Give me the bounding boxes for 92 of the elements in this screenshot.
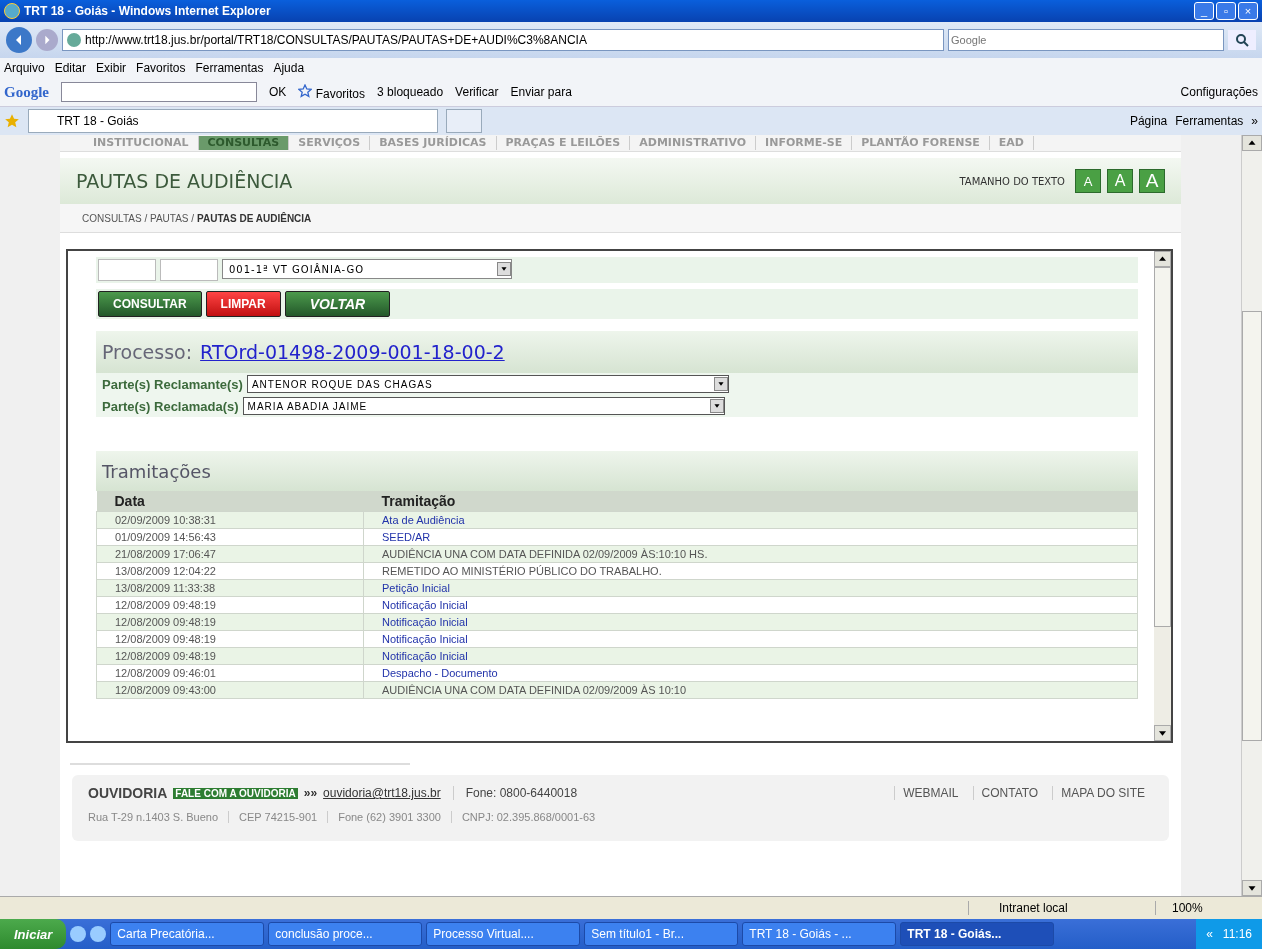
form-button[interactable]: CONSULTAR (98, 291, 202, 317)
ombudsman-link[interactable]: FALE COM A OUVIDORIA (173, 787, 298, 799)
table-cell: 02/09/2009 10:38:31 (96, 511, 364, 529)
column-header: Tramitação (363, 491, 1138, 512)
ok-button[interactable]: OK (269, 85, 287, 99)
table-link[interactable]: Notificação Inicial (363, 630, 1138, 648)
window-control-button[interactable]: ▫ (1216, 2, 1236, 20)
quick-launch-icon[interactable] (70, 926, 87, 942)
taskbar-button[interactable]: conclusão proce... (268, 922, 423, 946)
quick-launch-icon[interactable] (90, 926, 107, 942)
scroll-down-icon[interactable] (1154, 725, 1171, 741)
scrollbar[interactable] (1154, 251, 1171, 741)
phone-text: Fone: 0800-6440018 (452, 786, 578, 800)
column-header: Data (96, 491, 364, 512)
clock: 11:16 (1222, 927, 1252, 941)
search-icon (1235, 33, 1249, 47)
party-select[interactable]: ANTENOR ROQUE DAS CHAGAS (246, 375, 729, 393)
window-control-button[interactable]: _ (1194, 2, 1214, 20)
taskbar-button[interactable]: Carta Precatória... (110, 922, 265, 946)
address-text: Rua T-29 n.1403 S. Bueno (88, 811, 220, 823)
window-title: TRT 18 - Goiás - Windows Internet Explorer (24, 4, 271, 18)
search-button[interactable] (1228, 30, 1256, 50)
table-link[interactable]: Notificação Inicial (363, 596, 1138, 614)
arrows-text: »» (303, 786, 318, 800)
section-title: Tramitações (102, 460, 211, 482)
page-title: PAUTAS DE AUDIÊNCIA (76, 170, 293, 192)
ombudsman-label: OUVIDORIA (88, 785, 168, 801)
more-button[interactable]: » (1251, 114, 1258, 128)
google-search-field[interactable] (61, 82, 257, 102)
new-tab-button[interactable] (446, 109, 482, 133)
scroll-down-icon[interactable] (1242, 880, 1262, 896)
menu-item[interactable]: Ferramentas (195, 61, 264, 75)
process-label: Processo: (102, 341, 193, 363)
address-text: Fone (62) 3901 3300 (327, 811, 451, 823)
menu-item[interactable]: Favoritos (136, 61, 186, 75)
address-text: CEP 74215-901 (228, 811, 328, 823)
process-number-link[interactable]: RTOrd-01498-2009-001-18-00-2 (200, 341, 505, 363)
taskbar-button[interactable]: TRT 18 - Goiás - ... (742, 922, 897, 946)
spellcheck-button[interactable]: Verificar (455, 85, 499, 99)
forward-button[interactable] (36, 29, 58, 51)
scrollbar[interactable] (1241, 135, 1262, 896)
text-size-label: TAMANHO DO TEXTO (959, 175, 1065, 187)
clear-button[interactable]: LIMPAR (205, 291, 281, 317)
footer-link[interactable]: CONTATO (972, 786, 1047, 800)
table-link[interactable]: Despacho - Documento (363, 664, 1138, 682)
favorites-button[interactable]: Favoritos (298, 83, 366, 101)
send-to-button[interactable]: Enviar para (510, 85, 572, 99)
page-menu-button[interactable]: Página (1129, 114, 1168, 128)
court-select[interactable]: 001-1ª VT GOIÂNIA-GO (222, 259, 512, 279)
party-select[interactable]: MARIA ABADIA JAIME (242, 397, 725, 415)
form-button[interactable]: VOLTAR (284, 291, 391, 317)
table-cell: 12/08/2009 09:48:19 (96, 596, 364, 614)
google-logo: Google (4, 83, 49, 101)
window-control-button[interactable]: × (1238, 2, 1258, 20)
taskbar-button[interactable]: TRT 18 - Goiás... (900, 922, 1055, 946)
favorites-star-icon[interactable] (4, 113, 20, 129)
search-field[interactable]: Google (948, 29, 1224, 51)
security-zone-text: Intranet local (968, 901, 1149, 915)
scroll-up-icon[interactable] (1154, 251, 1171, 267)
address-text: CNPJ: 02.395.868/0001-63 (450, 811, 606, 823)
star-icon (298, 83, 313, 98)
email-link[interactable]: ouvidoria@trt18.jus.br (323, 786, 441, 800)
settings-button[interactable]: Configurações (1180, 85, 1258, 99)
scroll-up-icon[interactable] (1242, 135, 1262, 151)
table-link[interactable]: Ata de Audiência (363, 511, 1138, 529)
footer-link[interactable]: MAPA DO SITE (1052, 786, 1153, 800)
taskbar-button[interactable]: Processo Virtual.... (426, 922, 581, 946)
taskbar-button[interactable]: Sem título1 - Br... (584, 922, 739, 946)
menu-item[interactable]: Exibir (96, 61, 127, 75)
browser-tab[interactable]: TRT 18 - Goiás (28, 109, 438, 133)
menu-item[interactable]: Arquivo (4, 61, 45, 75)
table-cell: 12/08/2009 09:46:01 (96, 664, 364, 682)
party-label: Parte(s) Reclamante(s) (101, 376, 243, 392)
address-field[interactable]: http://www.trt18.jus.br/portal/TRT18/CONSULTAS/PAUTAS/PAUTAS+DE+AUDI%C3%8ANCIA (62, 29, 944, 51)
back-button[interactable] (6, 27, 32, 53)
forward-arrow-icon (42, 35, 52, 45)
zoom-button[interactable]: 100% (1155, 901, 1242, 915)
popup-blocker-button[interactable]: 3 bloqueado (377, 85, 444, 99)
browser-icon (4, 3, 20, 19)
breadcrumb: CONSULTAS / PAUTAS / PAUTAS DE AUDIÊNCIA (60, 204, 1181, 233)
start-button[interactable]: Iniciar (0, 919, 67, 949)
menu-item[interactable]: Ajuda (273, 61, 305, 75)
footer-link[interactable]: WEBMAIL (894, 786, 967, 800)
table-cell: 01/09/2009 14:56:43 (96, 528, 364, 546)
site-icon (67, 33, 81, 47)
table-cell: REMETIDO AO MINISTÉRIO PÚBLICO DO TRABALHO. (363, 562, 1138, 580)
table-cell: 12/08/2009 09:48:19 (96, 630, 364, 648)
tools-menu-button[interactable]: Ferramentas (1175, 114, 1244, 128)
party-label: Parte(s) Reclamada(s) (101, 398, 239, 414)
menu-item[interactable]: Editar (54, 61, 87, 75)
table-cell: 13/08/2009 12:04:22 (96, 562, 364, 580)
table-link[interactable]: SEED/AR (363, 528, 1138, 546)
